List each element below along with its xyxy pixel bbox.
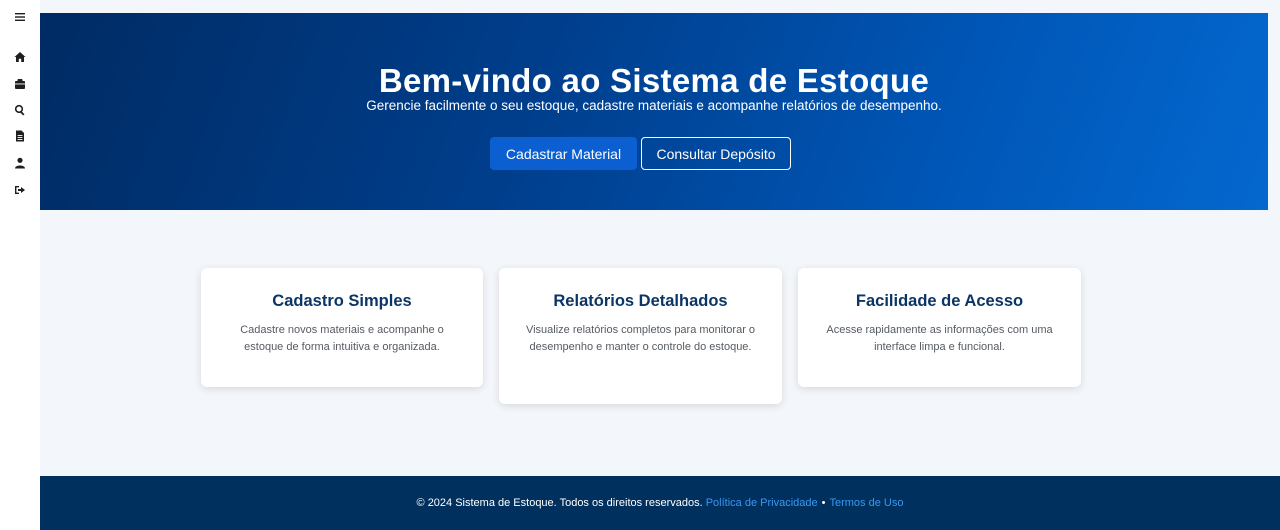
hero-subtitle: Gerencie facilmente o seu estoque, cadas… [366, 98, 942, 113]
feature-card-title: Relatórios Detalhados [553, 292, 728, 310]
privacy-policy-link[interactable]: Política de Privacidade [706, 497, 818, 509]
feature-card-text: Cadastre novos materiais e acompanhe o e… [240, 324, 444, 353]
hero-banner: Bem-vindo ao Sistema de Estoque Gerencie… [40, 13, 1268, 210]
user-icon[interactable] [11, 154, 29, 172]
feature-card-text: Visualize relatórios completos para moni… [525, 324, 756, 353]
footer: © 2024 Sistema de Estoque. Todos os dire… [40, 476, 1280, 530]
consultar-deposito-button[interactable]: Consultar Depósito [641, 137, 791, 170]
home-icon[interactable] [11, 48, 29, 66]
box-icon[interactable] [11, 75, 29, 93]
feature-card-cadastro: Cadastro Simples Cadastre novos materiai… [201, 268, 483, 387]
feature-card-relatorios: Relatórios Detalhados Visualize relatóri… [499, 268, 782, 404]
footer-separator: • [821, 497, 826, 509]
feature-card-title: Cadastro Simples [272, 292, 412, 310]
document-icon[interactable] [11, 127, 29, 145]
feature-card-text: Acesse rapidamente as informações com um… [826, 324, 1053, 353]
cadastrar-material-button[interactable]: Cadastrar Material [490, 137, 637, 170]
menu-icon[interactable] [11, 8, 29, 26]
search-icon[interactable] [11, 101, 29, 119]
feature-card-title: Facilidade de Acesso [855, 292, 1024, 310]
hero-title: Bem-vindo ao Sistema de Estoque [378, 62, 930, 99]
sidebar [0, 0, 40, 530]
footer-copyright: © 2024 Sistema de Estoque. Todos os dire… [416, 497, 703, 509]
logout-icon[interactable] [11, 181, 29, 199]
feature-card-acesso: Facilidade de Acesso Acesse rapidamente … [798, 268, 1081, 387]
terms-of-use-link[interactable]: Termos de Uso [829, 497, 903, 509]
